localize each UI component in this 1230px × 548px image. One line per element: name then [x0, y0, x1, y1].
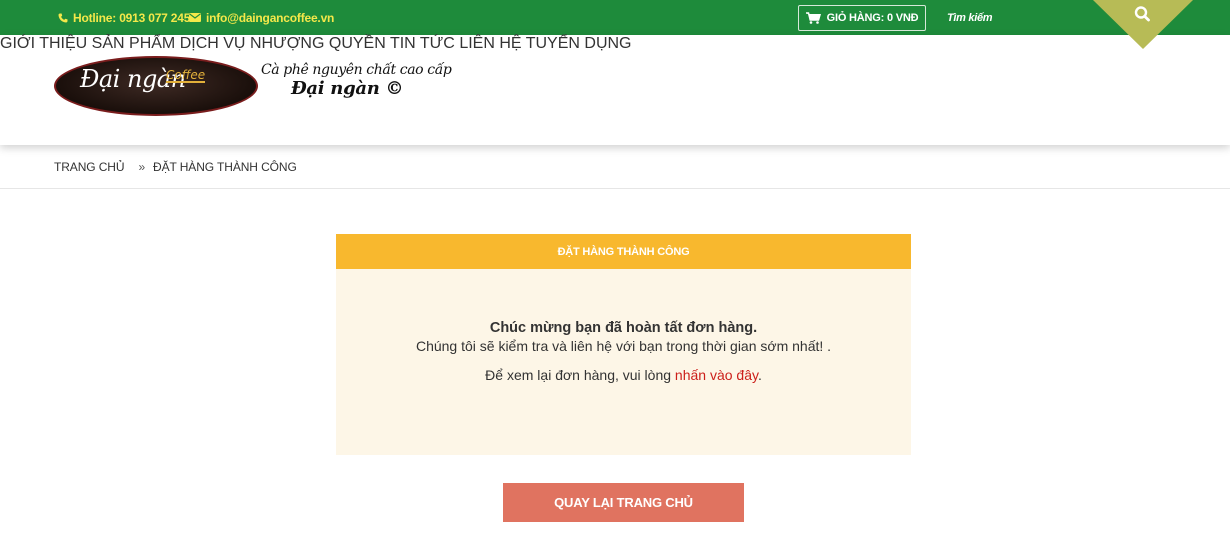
- view-order-line: Để xem lại đơn hàng, vui lòng nhấn vào đ…: [336, 367, 911, 383]
- success-message: Chúc mừng bạn đã hoàn tất đơn hàng. Chún…: [336, 320, 911, 383]
- nav-item-tuyen-dung[interactable]: TUYỂN DỤNG: [526, 35, 632, 52]
- tagline-line-2: Đại ngàn ©: [291, 78, 404, 99]
- nav-item-tin-tuc[interactable]: TIN TỨC: [390, 35, 455, 52]
- tagline-line-1: Cà phê nguyên chất cao cấp: [261, 62, 452, 78]
- congrats-text: Chúc mừng bạn đã hoàn tất đơn hàng.: [489, 320, 758, 336]
- site-header: Đại ngàn Coffee Cà phê nguyên chất cao c…: [0, 35, 1230, 145]
- hotline[interactable]: Hotline: 0913 077 245: [58, 0, 190, 35]
- top-bar: Hotline: 0913 077 245 info@daingancoffee…: [0, 0, 1230, 35]
- nav-item-nhuong-quyen[interactable]: NHƯỢNG QUYỀN: [250, 35, 386, 52]
- main-nav: GIỚI THIỆU SẢN PHẨM DỊCH VỤ NHƯỢNG QUYỀN…: [0, 35, 1230, 53]
- hotline-text: Hotline: 0913 077 245: [73, 10, 191, 25]
- cart-button[interactable]: GIỎ HÀNG: 0 VNĐ: [798, 5, 926, 31]
- phone-icon: [58, 13, 68, 22]
- view-order-link[interactable]: nhấn vào đây: [675, 367, 758, 383]
- breadcrumb-bar: TRANG CHỦ » ĐẶT HÀNG THÀNH CÔNG: [0, 145, 1230, 189]
- breadcrumb-separator: »: [138, 160, 146, 174]
- search-button[interactable]: [1093, 0, 1193, 50]
- breadcrumb-home[interactable]: TRANG CHỦ: [54, 160, 125, 174]
- site-logo[interactable]: Đại ngàn Coffee: [54, 56, 259, 118]
- view-order-suffix: .: [757, 367, 762, 383]
- nav-item-san-pham[interactable]: SẢN PHẨM: [92, 35, 176, 52]
- nav-item-gioi-thieu[interactable]: GIỚI THIỆU: [0, 35, 87, 52]
- email-contact[interactable]: info@daingancoffee.vn: [189, 0, 334, 35]
- search-label[interactable]: Tìm kiếm: [947, 0, 993, 35]
- view-order-prefix: Để xem lại đơn hàng, vui lòng: [485, 367, 675, 383]
- success-panel-title: ĐẶT HÀNG THÀNH CÔNG: [336, 234, 911, 269]
- logo-tagline: Cà phê nguyên chất cao cấp Đại ngàn ©: [261, 62, 452, 99]
- breadcrumb: TRANG CHỦ » ĐẶT HÀNG THÀNH CÔNG: [54, 145, 297, 189]
- cart-icon: [805, 12, 821, 24]
- followup-text: Chúng tôi sẽ kiểm tra và liên hệ với bạn…: [415, 338, 832, 354]
- cart-label: GIỎ HÀNG: 0 VNĐ: [826, 12, 919, 24]
- order-success-panel: ĐẶT HÀNG THÀNH CÔNG Chúc mừng bạn đã hoà…: [336, 234, 911, 455]
- email-text: info@daingancoffee.vn: [206, 10, 335, 25]
- back-to-home-button[interactable]: QUAY LẠI TRANG CHỦ: [503, 483, 744, 522]
- nav-item-dich-vu[interactable]: DỊCH VỤ: [180, 35, 246, 52]
- nav-item-lien-he[interactable]: LIÊN HỆ: [459, 35, 521, 52]
- logo-coffee-mark: Coffee: [166, 68, 206, 83]
- breadcrumb-current: ĐẶT HÀNG THÀNH CÔNG: [153, 160, 297, 174]
- envelope-icon: [189, 13, 201, 22]
